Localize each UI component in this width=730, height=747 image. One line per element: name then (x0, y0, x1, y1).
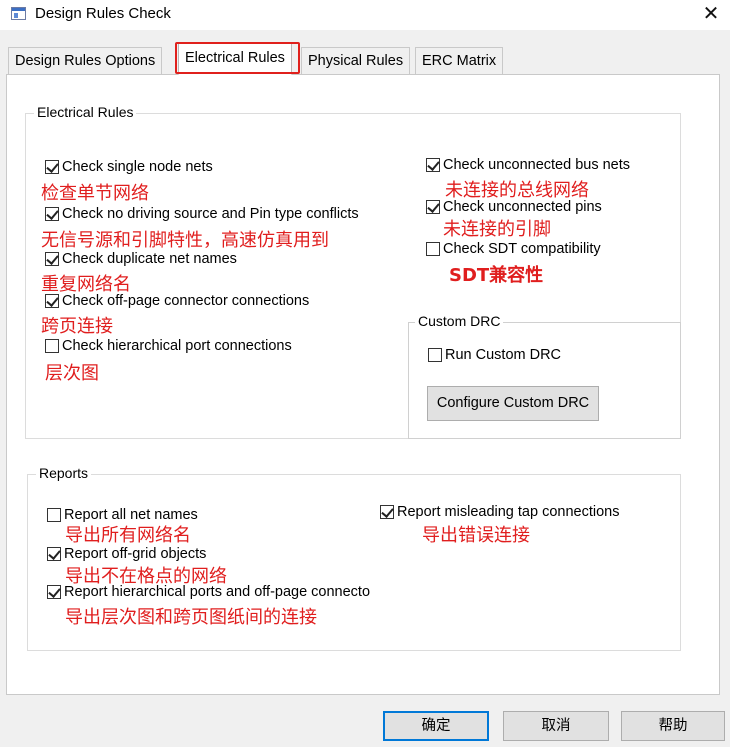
configure-custom-drc-button[interactable]: Configure Custom DRC (427, 386, 599, 421)
check-duplicate-net-names[interactable]: Check duplicate net names (45, 251, 237, 267)
check-single-node-nets[interactable]: Check single node nets (45, 159, 213, 175)
annotation-hierarchical: 层次图 (45, 363, 99, 384)
checkbox-checked[interactable] (45, 252, 59, 266)
annotation-no-driving-source: 无信号源和引脚特性，高速仿真用到 (41, 230, 329, 251)
checkbox-label: Check unconnected bus nets (443, 157, 631, 173)
check-sdt-compatibility[interactable]: Check SDT compatibility (426, 241, 601, 257)
checkbox-checked[interactable] (426, 158, 440, 172)
custom-drc-legend: Custom DRC (415, 313, 504, 329)
checkbox-unchecked[interactable] (47, 508, 61, 522)
report-misleading-tap[interactable]: Report misleading tap connections (380, 504, 619, 520)
tab-strip: Design Rules Options Electrical Rules Ph… (0, 42, 730, 75)
checkbox-label: Report misleading tap connections (397, 504, 620, 520)
checkbox-label: Check off-page connector connections (62, 293, 310, 309)
electrical-rules-legend: Electrical Rules (34, 104, 137, 120)
checkbox-checked[interactable] (380, 505, 394, 519)
checkbox-label: Run Custom DRC (445, 347, 562, 363)
annotation-hierarchical-ports: 导出层次图和跨页图纸间的连接 (65, 607, 317, 628)
tab-electrical-rules[interactable]: Electrical Rules (178, 42, 292, 75)
cancel-button[interactable]: 取消 (503, 711, 609, 741)
tab-design-rules-options[interactable]: Design Rules Options (8, 47, 163, 75)
checkbox-unchecked[interactable] (45, 339, 59, 353)
checkbox-label: Check hierarchical port connections (62, 338, 292, 354)
check-hierarchical-port[interactable]: Check hierarchical port connections (45, 338, 292, 354)
ok-button[interactable]: 确定 (383, 711, 489, 741)
checkbox-checked[interactable] (45, 207, 59, 221)
checkbox-label: Check duplicate net names (62, 251, 237, 267)
checkbox-label: Report hierarchical ports and off-page c… (64, 584, 371, 600)
check-unconnected-bus-nets[interactable]: Check unconnected bus nets (426, 157, 630, 173)
tab-physical-rules[interactable]: Physical Rules (301, 47, 411, 75)
tab-erc-matrix[interactable]: ERC Matrix (415, 47, 504, 75)
app-window-icon (11, 7, 26, 20)
annotation-all-net-names: 导出所有网络名 (65, 525, 191, 546)
electrical-rules-panel: Electrical Rules Check single node nets … (6, 74, 720, 695)
checkbox-unchecked[interactable] (428, 348, 442, 362)
check-no-driving-source[interactable]: Check no driving source and Pin type con… (45, 206, 359, 222)
checkbox-checked[interactable] (426, 200, 440, 214)
checkbox-label: Report off-grid objects (64, 546, 207, 562)
title-bar: Design Rules Check ✕ (0, 0, 730, 30)
check-unconnected-pins[interactable]: Check unconnected pins (426, 199, 602, 215)
checkbox-checked[interactable] (47, 547, 61, 561)
checkbox-checked[interactable] (45, 160, 59, 174)
check-off-page-connector[interactable]: Check off-page connector connections (45, 293, 309, 309)
reports-legend: Reports (36, 465, 92, 481)
checkbox-label: Check unconnected pins (443, 199, 602, 215)
run-custom-drc[interactable]: Run Custom DRC (428, 347, 561, 363)
checkbox-label: Check no driving source and Pin type con… (62, 206, 359, 222)
help-button[interactable]: 帮助 (621, 711, 725, 741)
checkbox-checked[interactable] (45, 294, 59, 308)
annotation-unconnected-pins: 未连接的引脚 (443, 219, 551, 240)
checkbox-label: Check single node nets (62, 159, 213, 175)
checkbox-checked[interactable] (47, 585, 61, 599)
annotation-misleading-tap: 导出错误连接 (422, 525, 530, 546)
custom-drc-group: Custom DRC (408, 313, 681, 439)
window-title: Design Rules Check (35, 5, 171, 22)
close-button[interactable]: ✕ (694, 0, 728, 30)
report-off-grid-objects[interactable]: Report off-grid objects (47, 546, 206, 562)
checkbox-unchecked[interactable] (426, 242, 440, 256)
annotation-sdt: SDT兼容性 (449, 265, 544, 286)
annotation-off-page: 跨页连接 (41, 316, 113, 337)
annotation-single-node: 检查单节网络 (41, 183, 149, 204)
checkbox-label: Check SDT compatibility (443, 241, 601, 257)
report-hierarchical-ports[interactable]: Report hierarchical ports and off-page c… (47, 584, 370, 600)
